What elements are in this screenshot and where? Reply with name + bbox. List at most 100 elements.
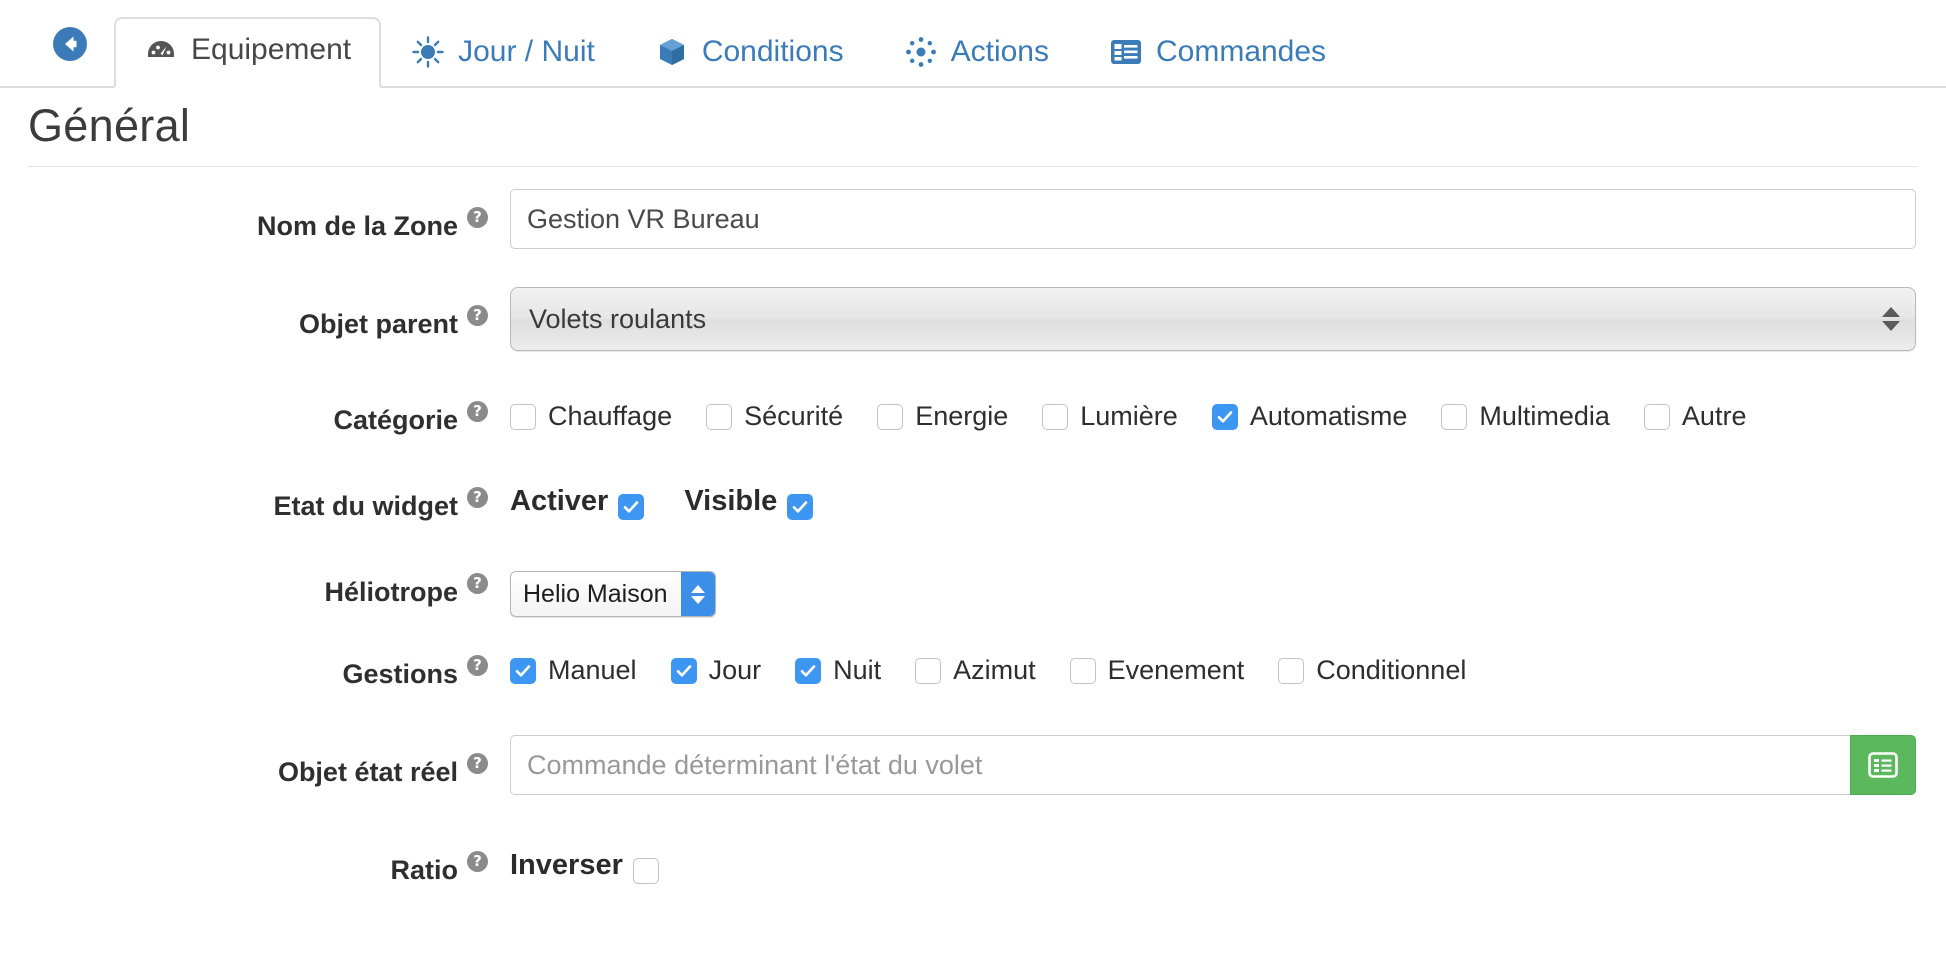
checkbox-box[interactable] <box>632 858 659 884</box>
label-category: Catégorie ? <box>0 385 510 436</box>
checkbox-box[interactable] <box>1278 657 1305 684</box>
checkbox-box[interactable] <box>1069 657 1096 684</box>
checkbox-automatisme[interactable]: Automatisme <box>1211 401 1408 432</box>
checkbox-securite[interactable]: Sécurité <box>706 401 843 432</box>
form-row-heliotrope: Héliotrope ? Helio Maison <box>0 555 1946 639</box>
help-icon[interactable]: ? <box>467 487 488 508</box>
tab-label: Jour / Nuit <box>458 35 595 68</box>
chevron-updown-icon[interactable] <box>680 572 715 616</box>
help-icon[interactable]: ? <box>467 655 488 676</box>
back-button[interactable] <box>48 22 92 66</box>
checkbox-inverser[interactable]: Inverser <box>510 849 659 884</box>
checkbox-label: Autre <box>1681 401 1747 431</box>
checkbox-manuel[interactable]: Manuel <box>510 655 637 686</box>
checkbox-box[interactable] <box>795 657 822 684</box>
checkbox-box[interactable] <box>618 494 645 520</box>
tab-label: Commandes <box>1155 35 1327 68</box>
page-title: Général <box>28 100 191 151</box>
form-row-gestions: Gestions ? Manuel Jour Nuit Azimut Evene… <box>0 639 1946 735</box>
tab-commandes[interactable]: Commandes <box>1079 19 1356 88</box>
gestions-checkbox-group: Manuel Jour Nuit Azimut Evenement Condit… <box>510 639 1916 686</box>
form-row-ratio: Ratio ? Inverser <box>0 833 1946 913</box>
heliotrope-select[interactable]: Helio Maison <box>510 571 716 617</box>
parent-object-value: Volets roulants <box>529 303 707 334</box>
help-icon[interactable]: ? <box>467 753 488 774</box>
checkbox-label: Manuel <box>548 655 637 685</box>
checkbox-multimedia[interactable]: Multimedia <box>1441 401 1610 432</box>
checkbox-label: Inverser <box>510 849 623 881</box>
label-gestions: Gestions ? <box>0 639 510 690</box>
parent-object-select[interactable]: Volets roulants <box>510 287 1916 351</box>
checkbox-azimut[interactable]: Azimut <box>915 655 1036 686</box>
checkbox-label: Sécurité <box>744 401 844 431</box>
checkbox-box[interactable] <box>510 403 536 430</box>
checkbox-box[interactable] <box>877 403 904 430</box>
form-row-real-state-object: Objet état réel ? <box>0 735 1946 833</box>
cube-icon <box>655 35 689 69</box>
checkbox-label: Activer <box>510 485 609 517</box>
list-alt-icon <box>1109 35 1143 69</box>
general-form: Nom de la Zone ? Objet parent ? Volets r… <box>0 167 1946 913</box>
checkbox-label: Jour <box>708 655 762 685</box>
checkbox-autre[interactable]: Autre <box>1643 401 1747 432</box>
page-header: Général <box>28 88 1918 167</box>
label-ratio: Ratio ? <box>0 833 510 886</box>
checkbox-lumiere[interactable]: Lumière <box>1042 401 1178 432</box>
checkbox-label: Multimedia <box>1479 401 1610 431</box>
tab-conditions[interactable]: Conditions <box>625 19 874 88</box>
checkbox-label: Visible <box>684 485 778 517</box>
real-state-input-group <box>510 735 1916 795</box>
checkbox-box[interactable] <box>670 657 697 684</box>
form-row-category: Catégorie ? Chauffage Sécurité Energie L… <box>0 385 1946 469</box>
help-icon[interactable]: ? <box>467 401 488 422</box>
tab-label: Actions <box>950 35 1049 68</box>
checkbox-label: Energie <box>915 401 1009 431</box>
label-heliotrope: Héliotrope ? <box>0 555 510 608</box>
tab-actions[interactable]: Actions <box>874 19 1079 88</box>
tachometer-icon <box>144 33 178 67</box>
arrow-circle-left-icon <box>49 23 91 65</box>
tab-equipement[interactable]: Equipement <box>114 17 382 88</box>
checkbox-box[interactable] <box>1211 403 1238 430</box>
zone-name-input[interactable] <box>510 189 1916 249</box>
label-real-state-object: Objet état réel ? <box>0 735 510 788</box>
heliotrope-value: Helio Maison <box>523 579 668 608</box>
form-row-zone-name: Nom de la Zone ? <box>0 189 1946 287</box>
checkbox-box[interactable] <box>706 403 733 430</box>
select-command-button[interactable] <box>1850 735 1916 795</box>
checkbox-box[interactable] <box>1042 403 1069 430</box>
checkbox-label: Azimut <box>953 655 1036 685</box>
help-icon[interactable]: ? <box>467 851 488 872</box>
checkbox-chauffage[interactable]: Chauffage <box>510 401 672 432</box>
checkbox-energie[interactable]: Energie <box>877 401 1008 432</box>
help-icon[interactable]: ? <box>467 305 488 326</box>
checkbox-box[interactable] <box>1441 403 1468 430</box>
tab-jour-nuit[interactable]: Jour / Nuit <box>381 19 625 88</box>
help-icon[interactable]: ? <box>467 573 488 594</box>
checkbox-box[interactable] <box>787 494 814 520</box>
label-parent-object: Objet parent ? <box>0 287 510 340</box>
asterisk-burst-icon <box>904 35 938 69</box>
form-row-widget-state: Etat du widget ? Activer Visible <box>0 469 1946 555</box>
checkbox-conditionnel[interactable]: Conditionnel <box>1278 655 1466 686</box>
tab-label: Equipement <box>191 33 352 66</box>
checkbox-nuit[interactable]: Nuit <box>795 655 881 686</box>
ratio-group: Inverser <box>510 833 1916 884</box>
checkbox-label: Chauffage <box>548 401 673 431</box>
checkbox-evenement[interactable]: Evenement <box>1069 655 1245 686</box>
checkbox-jour[interactable]: Jour <box>670 655 762 686</box>
widget-state-group: Activer Visible <box>510 469 1916 520</box>
checkbox-activer[interactable]: Activer <box>510 485 645 520</box>
checkbox-label: Automatisme <box>1249 401 1408 431</box>
checkbox-label: Evenement <box>1107 655 1245 685</box>
tab-bar: Equipement Jour / Nuit Conditions Action… <box>0 0 1946 88</box>
checkbox-box[interactable] <box>915 657 942 684</box>
checkbox-box[interactable] <box>1643 403 1670 430</box>
checkbox-box[interactable] <box>510 657 536 684</box>
sun-icon <box>411 35 445 69</box>
real-state-object-input[interactable] <box>510 735 1850 795</box>
list-alt-icon <box>1868 752 1898 778</box>
checkbox-label: Conditionnel <box>1316 655 1467 685</box>
checkbox-visible[interactable]: Visible <box>684 485 814 520</box>
help-icon[interactable]: ? <box>467 207 488 228</box>
